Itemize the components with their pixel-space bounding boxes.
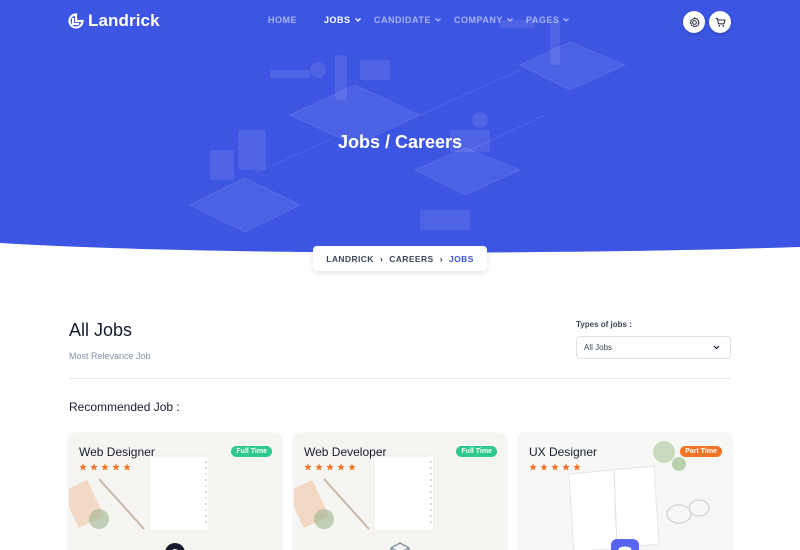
star-icon — [304, 463, 312, 471]
cart-button[interactable] — [709, 11, 731, 33]
star-icon — [112, 463, 120, 471]
brand-logo[interactable]: Landrick — [68, 11, 160, 31]
gear-icon — [689, 16, 700, 27]
nav-item-home[interactable]: HOME — [268, 15, 324, 25]
cart-icon — [715, 17, 726, 27]
discord-logo-icon — [618, 546, 632, 550]
chevron-down-icon — [354, 18, 361, 22]
breadcrumb: LANDRICK › CAREERS › JOBS — [313, 246, 487, 271]
chevron-down-icon — [563, 18, 570, 22]
job-card[interactable]: Web Developer Full Time — [294, 434, 506, 550]
star-icon — [337, 463, 345, 471]
main-nav-menu: HOME JOBS CANDIDATE COMPANY PAGES — [268, 15, 586, 25]
nav-item-company[interactable]: COMPANY — [454, 15, 526, 25]
nav-item-label: HOME — [268, 15, 297, 25]
landrick-logo-icon — [68, 13, 84, 29]
nav-item-label: CANDIDATE — [374, 15, 431, 25]
chevron-down-icon — [434, 18, 441, 22]
star-icon — [101, 463, 109, 471]
breadcrumb-item-landrick[interactable]: LANDRICK — [326, 254, 374, 264]
star-icon — [90, 463, 98, 471]
nav-item-pages[interactable]: PAGES — [526, 15, 586, 25]
section-divider — [69, 378, 731, 379]
company-logo — [611, 539, 639, 550]
job-type-filter-label: Types of jobs : — [576, 320, 632, 329]
job-title[interactable]: Web Developer — [304, 445, 387, 459]
chevron-down-icon — [713, 345, 720, 350]
section-subtitle: Most Relevance Job — [69, 351, 151, 361]
job-type-badge: Part Time — [680, 446, 722, 457]
company-logo — [161, 539, 189, 550]
breadcrumb-item-careers[interactable]: CAREERS — [389, 254, 433, 264]
star-icon — [540, 463, 548, 471]
circle-logo-icon — [165, 543, 185, 550]
star-icon — [348, 463, 356, 471]
job-type-select[interactable]: All Jobs — [576, 336, 731, 359]
nav-item-jobs[interactable]: JOBS — [324, 15, 374, 25]
top-navbar: Landrick HOME JOBS CANDIDATE COMPANY PAG… — [0, 0, 800, 44]
breadcrumb-item-jobs: JOBS — [449, 253, 474, 264]
job-type-badge: Full Time — [456, 446, 497, 457]
star-icon — [573, 463, 581, 471]
job-rating — [79, 463, 131, 471]
section-title: All Jobs — [69, 320, 133, 340]
nav-item-candidate[interactable]: CANDIDATE — [374, 15, 454, 25]
job-rating — [529, 463, 581, 471]
star-icon — [529, 463, 537, 471]
page-title: Jobs / Careers — [337, 132, 463, 152]
nav-item-label: JOBS — [324, 15, 351, 25]
breadcrumb-separator: › — [439, 253, 444, 264]
job-rating — [304, 463, 356, 471]
star-icon — [123, 463, 131, 471]
job-type-badge: Full Time — [231, 446, 272, 457]
star-icon — [79, 463, 87, 471]
job-title[interactable]: Web Designer — [79, 445, 155, 459]
recommended-jobs-title: Recommended Job : — [69, 400, 180, 414]
star-icon — [562, 463, 570, 471]
breadcrumb-separator: › — [379, 253, 384, 264]
job-type-select-value: All Jobs — [584, 343, 613, 352]
job-title[interactable]: UX Designer — [529, 445, 597, 459]
brand-name: Landrick — [88, 11, 160, 30]
star-icon — [551, 463, 559, 471]
job-card[interactable]: UX Designer Part Time — [519, 434, 731, 550]
nav-item-label: COMPANY — [454, 15, 503, 25]
company-logo — [386, 539, 414, 550]
settings-button[interactable] — [683, 11, 705, 33]
job-card[interactable]: Web Designer Full Time — [69, 434, 281, 550]
star-icon — [315, 463, 323, 471]
nav-item-label: PAGES — [526, 15, 560, 25]
chevron-down-icon — [506, 18, 513, 22]
cube-logo-icon — [390, 542, 410, 550]
star-icon — [326, 463, 334, 471]
